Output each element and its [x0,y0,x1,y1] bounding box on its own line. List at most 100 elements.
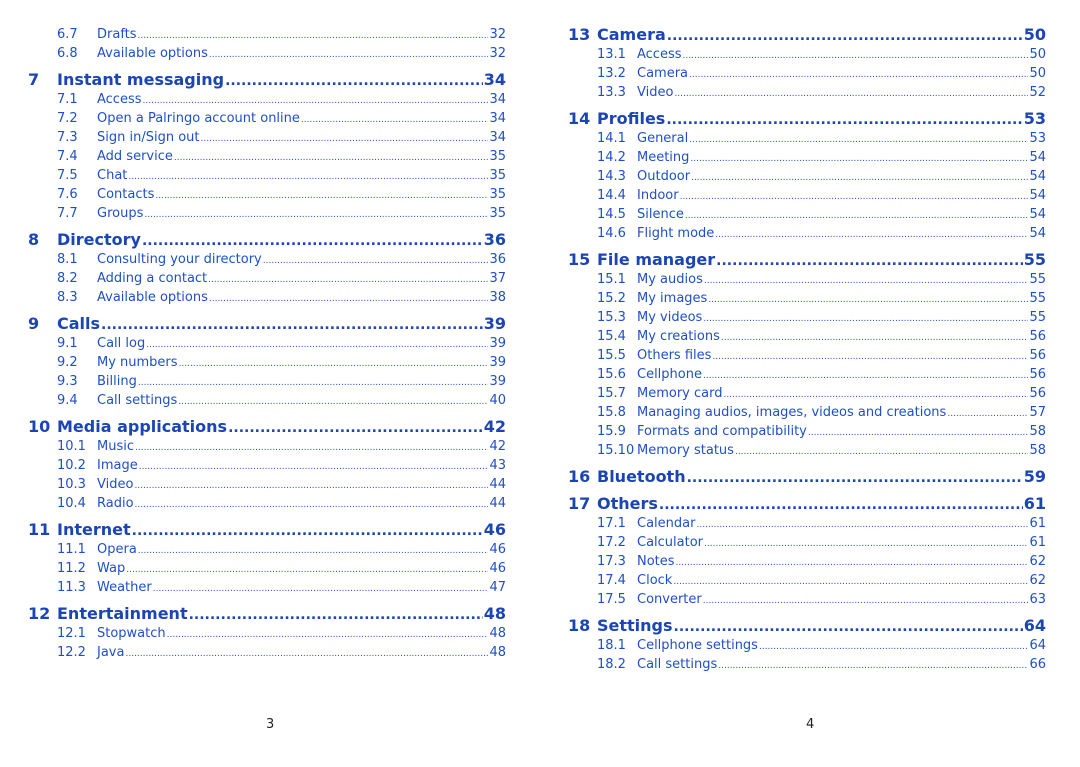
entry-page: 47 [489,580,506,595]
toc-section-entry[interactable]: 14.6 Flight mode 54 [568,224,1046,243]
entry-number: 8.2 [57,271,78,286]
toc-section-entry[interactable]: 11.1 Opera 46 [28,540,506,559]
toc-chapter-entry[interactable]: 14 Profiles 53 [568,109,1046,129]
entry-page: 32 [489,27,506,42]
entry-title: Billing [97,374,137,389]
toc-chapter-entry[interactable]: 17 Others 61 [568,494,1046,514]
toc-chapter-entry[interactable]: 9 Calls 39 [28,314,506,334]
toc-chapter-entry[interactable]: 8 Directory 36 [28,230,506,250]
toc-section-entry[interactable]: 9.4 Call settings 40 [28,391,506,410]
toc-chapter-entry[interactable]: 13 Camera 50 [568,25,1046,45]
entry-number: 9.2 [57,355,78,370]
toc-section-entry[interactable]: 10.2 Image 43 [28,456,506,475]
toc-section-entry[interactable]: 15.7 Memory card 56 [568,384,1046,403]
toc-chapter-entry[interactable]: 16 Bluetooth 59 [568,467,1046,487]
entry-number: 14.4 [597,188,626,203]
toc-section-entry[interactable]: 15.9 Formats and compatibility 58 [568,422,1046,441]
toc-section-entry[interactable]: 17.1 Calendar 61 [568,514,1046,533]
toc-section-entry[interactable]: 14.5 Silence 54 [568,205,1046,224]
toc-section-entry[interactable]: 7.6 Contacts 35 [28,185,506,204]
toc-section-entry[interactable]: 18.1 Cellphone settings 64 [568,636,1046,655]
entry-number: 7.5 [57,168,78,183]
toc-section-entry[interactable]: 8.3 Available options 38 [28,288,506,307]
entry-title: Available options [97,290,208,305]
toc-chapter-entry[interactable]: 15 File manager 55 [568,250,1046,270]
toc-section-entry[interactable]: 10.1 Music 42 [28,437,506,456]
toc-section-entry[interactable]: 15.8 Managing audios, images, videos and … [568,403,1046,422]
toc-section-entry[interactable]: 8.2 Adding a contact 37 [28,269,506,288]
toc-section-entry[interactable]: 18.2 Call settings 66 [568,655,1046,674]
entry-title: Stopwatch [97,626,166,641]
toc-section-entry[interactable]: 15.2 My images 55 [568,289,1046,308]
entry-number: 12.2 [57,645,86,660]
entry-number: 18.2 [597,657,626,672]
toc-section-entry[interactable]: 7.3 Sign in/Sign out 34 [28,128,506,147]
toc-section-entry[interactable]: 6.7 Drafts 32 [28,25,506,44]
entry-number: 7 [28,70,40,89]
toc-section-entry[interactable]: 9.2 My numbers 39 [28,353,506,372]
entry-title: Instant messaging [57,70,225,89]
toc-section-entry[interactable]: 13.1 Access 50 [568,45,1046,64]
toc-section-entry[interactable]: 7.7 Groups 35 [28,204,506,223]
toc-section-entry[interactable]: 9.1 Call log 39 [28,334,506,353]
toc-section-entry[interactable]: 15.5 Others files 56 [568,346,1046,365]
entry-title: Image [97,458,138,473]
entry-number: 10.4 [57,496,86,511]
toc-section-entry[interactable]: 15.10Memory status 58 [568,441,1046,460]
dot-leader [674,85,1028,104]
toc-section-entry[interactable]: 17.3 Notes 62 [568,552,1046,571]
entry-number: 7.4 [57,149,78,164]
dot-leader [703,310,1028,329]
entry-title: Groups [97,206,144,221]
dot-leader [689,66,1028,85]
toc-section-entry[interactable]: 13.2 Camera 50 [568,64,1046,83]
toc-section-entry[interactable]: 12.2 Java 48 [28,643,506,662]
entry-page: 46 [483,520,506,539]
entry-number: 8.3 [57,290,78,305]
toc-section-entry[interactable]: 15.6 Cellphone 56 [568,365,1046,384]
entry-page: 40 [489,393,506,408]
entry-title: Add service [97,149,173,164]
entry-page: 64 [1023,616,1046,635]
toc-section-entry[interactable]: 7.4 Add service 35 [28,147,506,166]
toc-section-entry[interactable]: 6.8 Available options 32 [28,44,506,63]
toc-section-entry[interactable]: 10.4 Radio 44 [28,494,506,513]
toc-section-entry[interactable]: 7.1 Access 34 [28,90,506,109]
toc-section-entry[interactable]: 17.5 Converter 63 [568,590,1046,609]
toc-section-entry[interactable]: 7.5 Chat 35 [28,166,506,185]
entry-number: 10 [28,417,51,436]
toc-chapter-entry[interactable]: 12 Entertainment 48 [28,604,506,624]
toc-section-entry[interactable]: 10.3 Video 44 [28,475,506,494]
toc-section-entry[interactable]: 9.3 Billing 39 [28,372,506,391]
toc-chapter-entry[interactable]: 7 Instant messaging 34 [28,70,506,90]
toc-section-entry[interactable]: 14.2 Meeting 54 [568,148,1046,167]
toc-section-entry[interactable]: 7.2 Open a Palringo account online 34 [28,109,506,128]
toc-section-entry[interactable]: 14.1 General 53 [568,129,1046,148]
dot-leader [138,542,489,561]
page-number-left: 3 [266,717,275,732]
toc-section-entry[interactable]: 15.1 My audios 55 [568,270,1046,289]
toc-section-entry[interactable]: 11.2 Wap 46 [28,559,506,578]
entry-title: Calls [57,314,101,333]
toc-section-entry[interactable]: 14.4 Indoor 54 [568,186,1046,205]
toc-section-entry[interactable]: 17.2 Calculator 61 [568,533,1046,552]
toc-chapter-entry[interactable]: 10 Media applications 42 [28,417,506,437]
entry-page: 66 [1029,657,1046,672]
entry-title: Calendar [637,516,696,531]
entry-title: Bluetooth [597,467,686,486]
toc-section-entry[interactable]: 14.3 Outdoor 54 [568,167,1046,186]
entry-page: 53 [1029,131,1046,146]
toc-section-entry[interactable]: 12.1 Stopwatch 48 [28,624,506,643]
toc-section-entry[interactable]: 15.4 My creations 56 [568,327,1046,346]
toc-section-entry[interactable]: 13.3 Video 52 [568,83,1046,102]
toc-section-entry[interactable]: 17.4 Clock 62 [568,571,1046,590]
entry-title: Available options [97,46,208,61]
toc-section-entry[interactable]: 15.3 My videos 55 [568,308,1046,327]
entry-page: 32 [489,46,506,61]
toc-section-entry[interactable]: 8.1 Consulting your directory 36 [28,250,506,269]
entry-page: 50 [1029,66,1046,81]
toc-chapter-entry[interactable]: 18 Settings 64 [568,616,1046,636]
toc-chapter-entry[interactable]: 11 Internet 46 [28,520,506,540]
entry-title: Formats and compatibility [637,424,807,439]
toc-section-entry[interactable]: 11.3 Weather 47 [28,578,506,597]
